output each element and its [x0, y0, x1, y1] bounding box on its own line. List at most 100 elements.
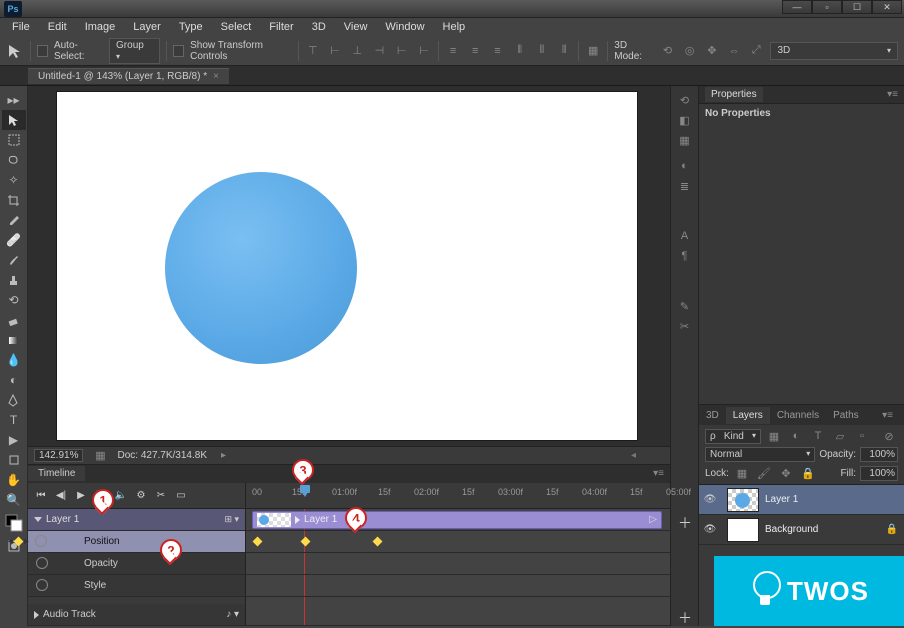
align-hcenter-icon[interactable]: ⊢ [394, 43, 410, 59]
brush-tool-icon[interactable] [2, 250, 26, 270]
zoom-tool-icon[interactable]: 🔍 [2, 490, 26, 510]
path-selection-tool-icon[interactable]: ▶ [2, 430, 26, 450]
add-media-icon[interactable]: ＋ [678, 513, 692, 533]
layer-filter-kind-dropdown[interactable]: ρ Kind▾ [705, 429, 761, 444]
split-clip-icon[interactable]: ✂ [152, 486, 170, 504]
filter-pixel-icon[interactable]: ▦ [765, 428, 783, 444]
timeline-ruler[interactable]: 00 15f 01:00f 15f 02:00f 15f 03:00f 15f … [246, 483, 670, 508]
play-icon[interactable]: ▶ [72, 486, 90, 504]
filter-smart-icon[interactable]: ▫ [853, 428, 871, 444]
paragraph-panel-icon[interactable]: ¶ [676, 248, 694, 264]
distribute-top-icon[interactable]: ≡ [445, 43, 461, 59]
timeline-prop-opacity[interactable]: Opacity [28, 553, 245, 575]
minimize-button[interactable]: — [782, 0, 812, 14]
align-vcenter-icon[interactable]: ⊢ [327, 43, 343, 59]
type-tool-icon[interactable]: T [2, 410, 26, 430]
timeline-panel-menu-icon[interactable]: ▾≡ [653, 468, 664, 479]
video-clip[interactable]: Layer 1 ▷ [252, 511, 662, 529]
lock-position-icon[interactable]: ✥ [777, 465, 795, 481]
menu-file[interactable]: File [4, 19, 38, 35]
rectangle-tool-icon[interactable] [2, 450, 26, 470]
lock-transparency-icon[interactable]: ▦ [733, 465, 751, 481]
canvas-area[interactable] [28, 86, 670, 446]
layer-thumbnail[interactable] [727, 518, 759, 542]
distribute-bottom-icon[interactable]: ≡ [489, 43, 505, 59]
tab-paths[interactable]: Paths [826, 407, 866, 424]
keyframe-icon[interactable] [301, 536, 311, 546]
clip-disclosure-icon[interactable] [295, 516, 300, 524]
3d-pan-icon[interactable]: ✥ [704, 43, 720, 59]
fgbg-colors-icon[interactable] [2, 510, 26, 536]
eyedropper-tool-icon[interactable] [2, 210, 26, 230]
distribute-left-icon[interactable]: ⦀ [512, 43, 528, 59]
clone-stamp-tool-icon[interactable] [2, 270, 26, 290]
menu-image[interactable]: Image [77, 19, 124, 35]
opacity-field[interactable]: 100% [860, 447, 898, 462]
menu-window[interactable]: Window [377, 19, 432, 35]
menu-select[interactable]: Select [213, 19, 260, 35]
tab-layers[interactable]: Layers [726, 407, 770, 424]
lasso-tool-icon[interactable] [2, 150, 26, 170]
timeline-audio-track[interactable]: Audio Track ♪ ▾ [28, 604, 245, 626]
close-window-button[interactable]: ✕ [872, 0, 902, 14]
marquee-tool-icon[interactable] [2, 130, 26, 150]
lock-all-icon[interactable]: 🔒 [799, 465, 817, 481]
healing-brush-tool-icon[interactable]: 🩹 [2, 230, 26, 250]
3d-orbit-icon[interactable]: ⟲ [659, 43, 675, 59]
magic-wand-tool-icon[interactable]: ✧ [2, 170, 26, 190]
keyframe-icon[interactable] [253, 536, 263, 546]
auto-align-icon[interactable]: ▦ [585, 43, 601, 59]
stopwatch-icon[interactable] [36, 579, 48, 591]
stopwatch-icon[interactable] [36, 557, 48, 569]
show-transform-checkbox[interactable] [173, 45, 184, 57]
transition-icon[interactable]: ▭ [172, 486, 190, 504]
layer-filmstrip-icon[interactable]: ⊞ ▾ [224, 514, 239, 525]
tab-3d[interactable]: 3D [699, 407, 726, 424]
zoom-level-field[interactable]: 142.91% [34, 449, 83, 462]
3d-roll-icon[interactable]: ◎ [682, 43, 698, 59]
canvas[interactable] [57, 92, 637, 440]
keyframe-diamond-icon[interactable] [14, 536, 24, 546]
layer-name-label[interactable]: Layer 1 [765, 494, 798, 505]
3d-right-dropdown[interactable]: 3D▾ [770, 42, 898, 60]
pen-tool-icon[interactable] [2, 390, 26, 410]
status-preview-icon[interactable]: ▦ [91, 447, 109, 463]
layer-item[interactable]: 👁 Background 🔒 [699, 515, 904, 545]
properties-tab[interactable]: Properties [705, 87, 763, 102]
eraser-tool-icon[interactable] [2, 310, 26, 330]
gradient-tool-icon[interactable] [2, 330, 26, 350]
crop-tool-icon[interactable] [2, 190, 26, 210]
3d-scale-icon[interactable]: ⤢ [748, 43, 764, 59]
styles-panel-icon[interactable]: ≣ [676, 178, 694, 194]
move-tool-icon[interactable] [2, 110, 26, 130]
menu-filter[interactable]: Filter [261, 19, 301, 35]
properties-panel-menu-icon[interactable]: ▾≡ [887, 89, 898, 100]
audio-clip-row[interactable]: ＋ [246, 604, 670, 626]
history-panel-icon[interactable]: ⟲ [676, 92, 694, 108]
layers-panel-menu-icon[interactable]: ▾≡ [875, 407, 900, 424]
keyframe-icon[interactable] [373, 536, 383, 546]
filter-shape-icon[interactable]: ▱ [831, 428, 849, 444]
add-audio-icon[interactable]: ＋ [678, 608, 692, 628]
timeline-layer-header[interactable]: Layer 1 ⊞ ▾ [28, 509, 245, 531]
adjustments-panel-icon[interactable]: ◐ [676, 158, 694, 174]
tab-channels[interactable]: Channels [770, 407, 826, 424]
align-right-icon[interactable]: ⊢ [416, 43, 432, 59]
3d-slide-icon[interactable]: ⇔ [726, 43, 742, 59]
tool-tab-toggle-icon[interactable]: ▸▸ [2, 90, 26, 110]
visibility-eye-icon[interactable]: 👁 [699, 494, 721, 505]
layer-name-label[interactable]: Background [765, 524, 818, 535]
prev-frame-icon[interactable]: ◀| [52, 486, 70, 504]
filter-adjustment-icon[interactable]: ◐ [787, 428, 805, 444]
menu-view[interactable]: View [336, 19, 376, 35]
stopwatch-icon[interactable] [35, 535, 47, 547]
maximize-small-button[interactable]: ▫ [812, 0, 842, 14]
mute-audio-icon[interactable]: 🔈 [112, 486, 130, 504]
align-bottom-icon[interactable]: ⊥ [349, 43, 365, 59]
auto-select-checkbox[interactable] [37, 45, 48, 57]
fill-field[interactable]: 100% [860, 466, 898, 481]
keyframe-row-style[interactable] [246, 575, 670, 597]
visibility-eye-icon[interactable]: 👁 [699, 524, 721, 535]
timeline-prop-position[interactable]: ◂▸ Position [28, 531, 245, 553]
menu-help[interactable]: Help [435, 19, 474, 35]
